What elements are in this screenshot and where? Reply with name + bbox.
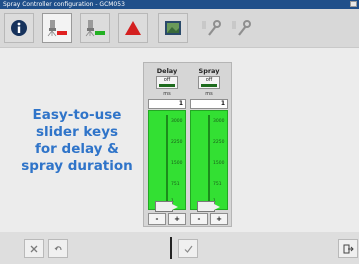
delay-steppers: - + — [148, 213, 186, 225]
photo-icon — [165, 21, 181, 35]
delay-tick: 3000 — [171, 119, 183, 124]
spray-off-label: off — [205, 77, 213, 83]
delay-tick: 2250 — [171, 140, 183, 145]
delay-slider[interactable]: 3000 2250 1500 751 1 — [148, 110, 186, 212]
wrench-icon — [232, 20, 251, 36]
spray-off-button[interactable]: off — [198, 76, 220, 89]
delay-minus-button[interactable]: - — [148, 213, 166, 225]
delay-slider-thumb[interactable] — [155, 201, 178, 212]
delay-slider-track — [166, 115, 168, 203]
spray-plus-button[interactable]: + — [210, 213, 228, 225]
delay-off-indicator — [159, 84, 175, 87]
confirm-button[interactable] — [178, 239, 198, 258]
spray-column: Spray off ms 1 3000 2250 1500 751 1 - + — [190, 67, 228, 225]
spray-unit: ms — [205, 91, 213, 97]
delay-off-button[interactable]: off — [156, 76, 178, 89]
spray-steppers: - + — [190, 213, 228, 225]
tab-spray-green[interactable] — [80, 13, 110, 43]
tab-tool-1[interactable] — [196, 13, 226, 43]
slider-panel: Delay off ms 1 3000 2250 1500 751 1 - + — [143, 62, 232, 227]
tab-toolbar — [0, 9, 359, 47]
warning-triangle-icon — [125, 21, 141, 35]
checkmark-icon — [184, 245, 192, 253]
promo-line: spray duration — [21, 158, 133, 174]
close-x-icon — [30, 245, 38, 252]
delay-tick: 751 — [171, 182, 180, 187]
spray-tick: 2250 — [213, 140, 225, 145]
wrench-icon — [202, 20, 221, 36]
tab-tool-2[interactable] — [226, 13, 256, 43]
spray-tick: 751 — [213, 182, 222, 187]
config-content: Easy-to-use slider keys for delay & spra… — [0, 47, 359, 233]
spray-slider-track — [208, 115, 210, 203]
delay-value-field[interactable]: 1 — [148, 99, 186, 109]
window-close-button[interactable] — [350, 1, 357, 7]
tab-image[interactable] — [158, 13, 188, 43]
spray-slider[interactable]: 3000 2250 1500 751 1 — [190, 110, 228, 212]
bottom-action-bar — [0, 232, 359, 264]
spray-tick: 1500 — [213, 161, 225, 166]
spray-title: Spray — [198, 67, 220, 75]
undo-icon — [54, 245, 62, 250]
divider — [170, 237, 172, 259]
delay-off-label: off — [163, 77, 171, 83]
undo-button[interactable] — [48, 239, 68, 258]
promo-line: Easy-to-use — [32, 107, 122, 123]
nozzle-green-icon — [85, 20, 105, 37]
delay-tick: 1500 — [171, 161, 183, 166]
exit-icon — [343, 244, 354, 253]
tab-info[interactable] — [4, 13, 34, 43]
spray-minus-button[interactable]: - — [190, 213, 208, 225]
spray-off-indicator — [201, 84, 217, 87]
promo-text: Easy-to-use slider keys for delay & spra… — [2, 107, 152, 175]
promo-line: slider keys — [35, 124, 119, 140]
spray-slider-thumb[interactable] — [197, 201, 220, 212]
window-titlebar: Spray Controller configuration - GCM053 — [0, 0, 359, 9]
nozzle-green-icon — [47, 20, 67, 37]
delay-column: Delay off ms 1 3000 2250 1500 751 1 - + — [148, 67, 186, 225]
spray-tick: 3000 — [213, 119, 225, 124]
tab-delay-spray[interactable] — [42, 13, 72, 43]
exit-button[interactable] — [338, 239, 358, 258]
window-title: Spray Controller configuration - GCM053 — [3, 1, 125, 8]
promo-line: for delay & — [35, 141, 119, 157]
delay-title: Delay — [156, 67, 178, 75]
spray-value-field[interactable]: 1 — [190, 99, 228, 109]
delay-unit: ms — [163, 91, 171, 97]
cancel-button[interactable] — [24, 239, 44, 258]
delay-plus-button[interactable]: + — [168, 213, 186, 225]
info-icon — [11, 20, 27, 36]
tab-warning[interactable] — [118, 13, 148, 43]
